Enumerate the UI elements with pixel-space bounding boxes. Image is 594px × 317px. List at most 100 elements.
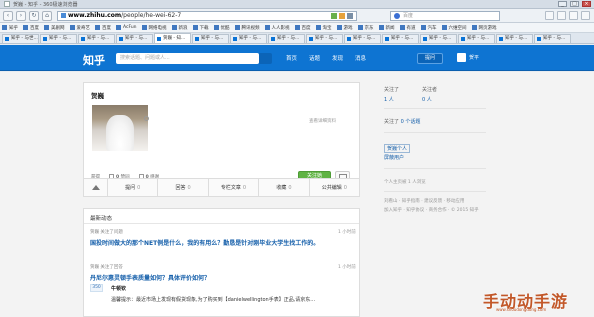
feed-question-link[interactable]: 国投时间做大的那个NET例是什么，我的有用么？勤恳是针对刚毕业大学生找工作的。 xyxy=(90,238,319,247)
nav-home[interactable]: 首页 xyxy=(286,54,297,62)
browser-tab[interactable]: 知乎 - 与... xyxy=(382,34,419,43)
bookmark-item[interactable]: 京东 xyxy=(357,25,374,31)
bookmark-item[interactable]: 爱奇艺 xyxy=(69,25,90,31)
dropdown-icon[interactable] xyxy=(347,12,353,19)
browser-tab[interactable]: 贺巍 - 知... xyxy=(154,33,191,43)
bookmark-item[interactable]: AcFun xyxy=(116,25,137,30)
ask-button[interactable]: 提问 xyxy=(417,53,443,64)
browser-tab[interactable]: 知乎 - 与... xyxy=(534,34,571,43)
profile-sidebar: 关注了 1 人 关注者 0 人 关注了 0 个话题 贺巍个人 屏蔽用户 个人主页… xyxy=(384,72,492,317)
personal-link[interactable]: 贺巍个人 xyxy=(384,144,411,153)
bookmark-item[interactable]: 百度 xyxy=(95,25,111,31)
browser-tab[interactable]: 知乎 - 与... xyxy=(458,34,495,43)
maximize-icon[interactable]: □ xyxy=(570,1,579,7)
tab-articles[interactable]: 专栏文章 0 xyxy=(209,179,260,196)
bookmark-item[interactable]: 下载 xyxy=(192,25,209,31)
view-details-link[interactable]: 查看详细资料 xyxy=(309,118,336,124)
tab-favicon-icon xyxy=(309,37,313,41)
back-arrow-icon[interactable]: ‹ xyxy=(3,10,13,21)
bookmark-item[interactable]: 游戏 xyxy=(336,25,353,31)
browser-tab[interactable]: 知乎 - 与... xyxy=(40,34,77,43)
main-content: 贺巍 查看详细资料 获得 0 赞同 0 感谢 关注她 提问0 回答0 专栏文章0… xyxy=(0,72,594,317)
address-url[interactable]: www.zhihu.com/people/he-wei-62-7 xyxy=(68,12,331,19)
feed-question-link[interactable]: 丹尼尔惠灵顿手表质量如何？具体评价如何？ xyxy=(90,273,210,282)
browser-tab[interactable]: 知乎 - 与... xyxy=(268,34,305,43)
activity-title: 最新动态 xyxy=(90,216,113,222)
bookmark-item[interactable]: 网络电视 xyxy=(141,25,167,31)
bookmark-item[interactable]: 百度 xyxy=(23,25,39,31)
zhihu-search-button[interactable] xyxy=(259,53,272,64)
bookmark-item[interactable]: 六维空间 xyxy=(441,25,467,31)
bookmark-item[interactable]: 有道 xyxy=(399,25,416,31)
browser-tab[interactable]: 知乎 - 与... xyxy=(306,34,343,43)
user-icon[interactable] xyxy=(569,11,578,20)
user-menu[interactable]: 贺平 xyxy=(457,53,479,62)
bookmark-item[interactable]: 知乎 xyxy=(2,25,18,31)
nav-messages[interactable]: 消息 xyxy=(355,54,366,62)
profile-avatar[interactable] xyxy=(92,105,148,151)
bookmark-label: 腾讯视频 xyxy=(241,25,260,31)
zhihu-logo[interactable]: 知乎 xyxy=(83,52,105,68)
bookmark-item[interactable]: 新闻 xyxy=(378,25,395,31)
shield-icon[interactable] xyxy=(331,12,337,19)
watermark-url: www.shoudongdong.com xyxy=(496,307,547,312)
profile-home-tab[interactable] xyxy=(84,179,108,196)
bookmark-favicon-icon xyxy=(234,25,240,30)
followers-count[interactable]: 0 人 xyxy=(422,96,432,103)
browser-tab[interactable]: 知乎 - 与... xyxy=(192,34,229,43)
reload-icon[interactable]: ↻ xyxy=(29,10,39,21)
tab-collections[interactable]: 收藏 0 xyxy=(259,179,310,196)
tab-answers[interactable]: 回答 0 xyxy=(158,179,209,196)
address-bar[interactable]: www.zhihu.com/people/he-wei-62-7 xyxy=(57,10,357,21)
nav-topics[interactable]: 话题 xyxy=(309,54,320,62)
tab-questions[interactable]: 提问 0 xyxy=(108,179,159,196)
extension-icon[interactable] xyxy=(557,11,566,20)
browser-tab[interactable]: 知乎 - 与... xyxy=(420,34,457,43)
feed-time: 1 小时前 xyxy=(338,265,356,270)
bookmark-favicon-icon xyxy=(357,25,363,30)
browser-tab[interactable]: 知乎 - 与... xyxy=(496,34,533,43)
block-user-link[interactable]: 屏蔽用户 xyxy=(384,154,404,161)
bookmark-item[interactable]: 腾讯视频 xyxy=(234,25,260,31)
tab-favicon-icon xyxy=(423,37,427,41)
browser-tab[interactable]: 知乎 - 与... xyxy=(78,34,115,43)
following-count[interactable]: 1 人 xyxy=(384,96,394,103)
bookmark-label: 百度 xyxy=(301,25,311,31)
topics-link[interactable]: 0 个话题 xyxy=(401,119,421,125)
bookmark-favicon-icon xyxy=(213,25,219,30)
browser-tab[interactable]: 知乎 - 与... xyxy=(344,34,381,43)
vote-count-badge[interactable]: 350 xyxy=(90,284,103,292)
browser-tab[interactable]: 知乎 - 与... xyxy=(116,34,153,43)
footer-links-2[interactable]: 加入知乎 · 知乎协议 · 商务合作 · © 2015 知乎 xyxy=(384,207,479,213)
footer-links-1[interactable]: 刘看山 · 知乎指南 · 建议反馈 · 移动应用 xyxy=(384,198,464,204)
browser-tab[interactable]: 知乎 - 与... xyxy=(230,34,267,43)
bookmark-item[interactable]: 美剧网 xyxy=(44,25,65,31)
tab-strip: 知乎 - 与世... 知乎 - 与... 知乎 - 与... 知乎 - 与... 贺巍 … xyxy=(0,33,594,44)
menu-icon[interactable] xyxy=(545,11,554,20)
bookmark-favicon-icon xyxy=(2,25,7,30)
close-icon[interactable]: × xyxy=(582,1,591,7)
bookmark-item[interactable]: 新浪 xyxy=(171,25,188,31)
browser-search-box[interactable]: 百度 xyxy=(390,10,500,21)
forward-arrow-icon[interactable]: › xyxy=(16,10,26,21)
tab-public-edits[interactable]: 公共编辑 0 xyxy=(310,179,359,196)
bookmark-item[interactable]: 百度 xyxy=(294,25,311,31)
settings-icon[interactable] xyxy=(581,11,590,20)
zhihu-search-input[interactable]: 搜索话题、问题或人... xyxy=(116,53,259,64)
home-icon[interactable]: ⌂ xyxy=(42,10,52,21)
bookmark-item[interactable]: 人人影视 xyxy=(264,25,290,31)
window-titlebar: 贺巍 - 知乎 - 360极速浏览器 _ □ × xyxy=(0,0,594,9)
star-icon[interactable] xyxy=(339,12,345,19)
bookmark-item[interactable]: 优酷 xyxy=(213,25,230,31)
minimize-icon[interactable]: _ xyxy=(558,1,567,7)
nav-discover[interactable]: 发现 xyxy=(332,54,343,62)
bookmark-item[interactable]: 汽车 xyxy=(420,25,437,31)
bookmark-favicon-icon xyxy=(336,25,342,30)
browser-tab[interactable]: 知乎 - 与世... xyxy=(2,34,39,43)
answer-author[interactable]: 牛顿钦 xyxy=(111,285,126,292)
tab-count: 0 xyxy=(137,184,141,191)
bookmark-favicon-icon xyxy=(116,25,121,30)
answer-excerpt[interactable]: 温馨提示：最近市场上发现有假货现象,为了购买到【danielwellington… xyxy=(111,296,315,303)
bookmark-item[interactable]: 淘宝 xyxy=(315,25,332,31)
bookmark-item[interactable]: 网页游戏 xyxy=(471,25,497,31)
